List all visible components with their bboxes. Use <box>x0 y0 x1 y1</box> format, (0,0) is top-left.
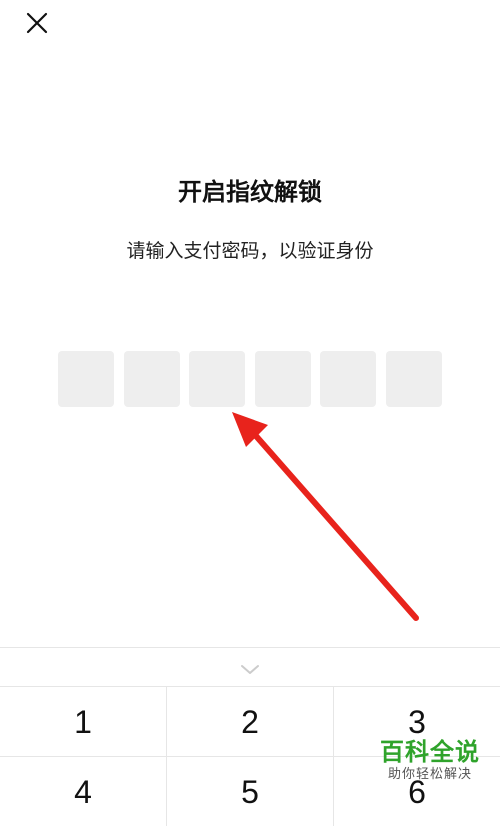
close-icon[interactable] <box>20 6 54 40</box>
key-4[interactable]: 4 <box>0 756 166 826</box>
watermark: 百科全说 助你轻松解决 <box>374 738 486 784</box>
page-subtitle: 请输入支付密码，以验证身份 <box>126 240 374 262</box>
page-title: 开启指纹解锁 <box>178 178 322 206</box>
password-digit-box[interactable] <box>189 351 246 407</box>
watermark-slogan: 助你轻松解决 <box>387 767 472 782</box>
key-5[interactable]: 5 <box>166 756 334 826</box>
password-digit-box[interactable] <box>386 351 442 407</box>
password-digit-box[interactable] <box>254 351 311 407</box>
watermark-title: 百科全说 <box>380 738 480 766</box>
chevron-down-icon[interactable] <box>235 654 265 684</box>
key-1[interactable]: 1 <box>0 686 166 756</box>
password-digit-box[interactable] <box>58 351 114 407</box>
password-digit-box[interactable] <box>123 351 180 407</box>
password-digit-box[interactable] <box>320 351 377 407</box>
password-input[interactable] <box>58 351 442 407</box>
key-2[interactable]: 2 <box>166 686 334 756</box>
